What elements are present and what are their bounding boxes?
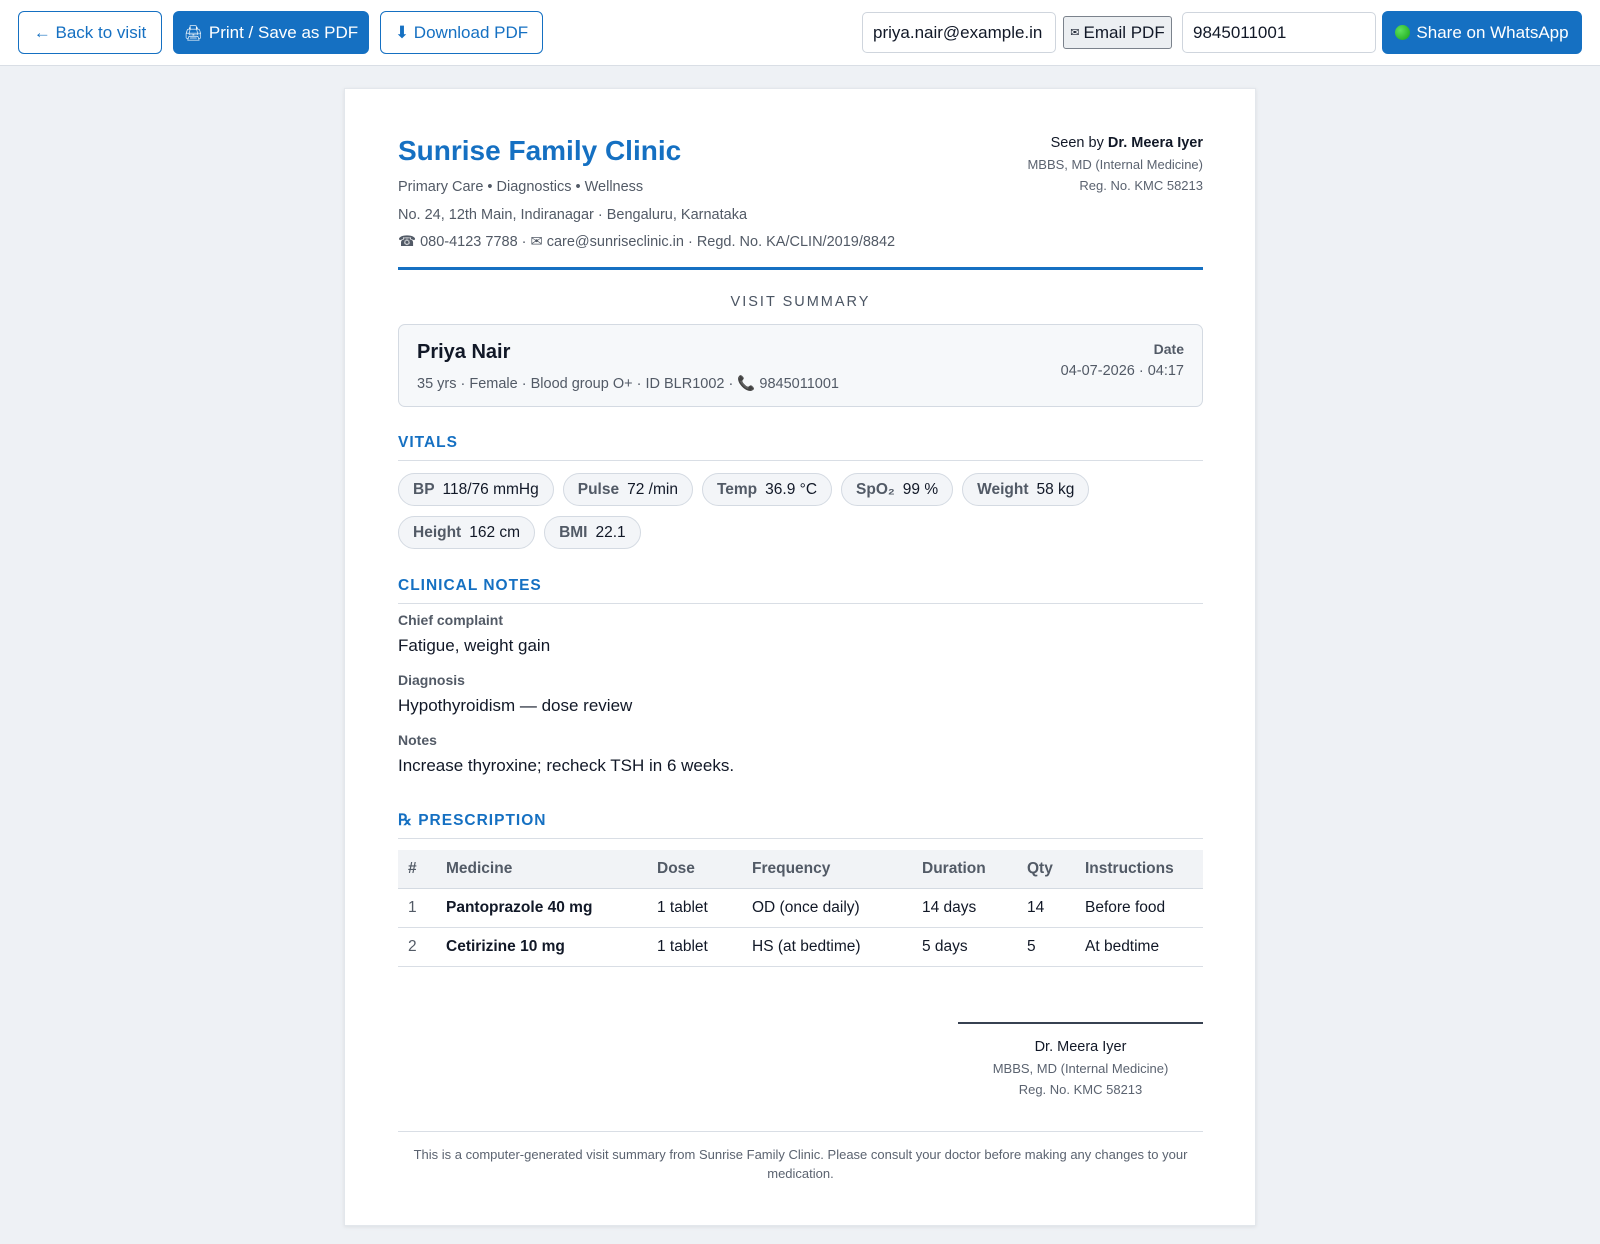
vital-value: 162 cm (469, 523, 521, 541)
visit-date-label: Date (1153, 341, 1184, 357)
vital-chip: Pulse 72 /min (562, 473, 693, 506)
prescription-table: # Medicine Dose Frequency Duration Qty I… (398, 850, 1203, 967)
vital-value: 118/76 mmHg (442, 480, 539, 498)
patient-name: Priya Nair (417, 341, 511, 363)
signature-qualification: MBBS, MD (Internal Medicine) (992, 1061, 1169, 1076)
dose-cell: 1 tablet (647, 927, 742, 967)
visit-summary-title: VISIT SUMMARY (730, 294, 871, 310)
diagnosis-label: Diagnosis (398, 672, 465, 688)
vital-chip: SpO₂ 99 % (841, 473, 954, 506)
clinic-address: No. 24, 12th Main, Indiranagar · Bengalu… (398, 207, 748, 223)
table-row: 2 Cetirizine 10 mg 1 tablet HS (at bedti… (398, 927, 1203, 967)
vitals-list: BP 118/76 mmHg Pulse 72 /min Temp 36.9 °C SpO₂… (398, 473, 1203, 549)
action-toolbar: ← Back to visit 🖨 Print / Save as PDF ⬇ D… (0, 0, 1600, 66)
clinic-tagline: Primary Care • Diagnostics • Wellness (398, 179, 644, 195)
clinic-contact: ☎ 080-4123 7788 · ✉ care@sunriseclinic.i… (398, 234, 896, 250)
clinical-notes-heading: CLINICAL NOTES (398, 577, 1203, 604)
vital-label: BMI (559, 523, 588, 541)
vital-chip: Weight 58 kg (962, 473, 1090, 506)
seen-by-prefix: Seen by (1050, 135, 1104, 151)
vital-chip: BP 118/76 mmHg (398, 473, 554, 506)
envelope-icon: ✉ (1070, 27, 1080, 39)
instructions-cell: Before food (1075, 888, 1203, 928)
frequency-cell: HS (at bedtime) (742, 927, 912, 967)
vital-label: Weight (977, 480, 1029, 498)
back-to-visit-button[interactable]: ← Back to visit (18, 11, 162, 54)
footer-disclaimer: This is a computer-generated visit summa… (413, 1147, 1188, 1181)
print-label: Print / Save as PDF (208, 22, 359, 42)
vital-label: BP (413, 480, 435, 498)
seen-by-line: Seen by Dr. Meera Iyer (1027, 135, 1203, 151)
back-label: ← Back to visit (33, 22, 147, 42)
col-header-duration: Duration (912, 850, 1017, 889)
patient-meta: 35 yrs · Female · Blood group O+ · ID BL… (417, 376, 839, 392)
col-header-instructions: Instructions (1075, 850, 1203, 889)
diagnosis-text: Hypothyroidism — dose review (398, 696, 633, 715)
row-number: 1 (398, 888, 436, 928)
table-row: 1 Pantoprazole 40 mg 1 tablet OD (once d… (398, 888, 1203, 928)
vital-chip: BMI 22.1 (544, 516, 641, 549)
patient-card: Priya Nair 35 yrs · Female · Blood group… (398, 324, 1203, 407)
vitals-heading: VITALS (398, 434, 1203, 461)
download-pdf-button[interactable]: ⬇ Download PDF (380, 11, 543, 54)
duration-cell: 5 days (912, 927, 1017, 967)
vital-value: 22.1 (595, 523, 626, 541)
whatsapp-dot-icon (1395, 25, 1411, 40)
vital-label: Temp (716, 480, 758, 498)
medicine-name: Cetirizine 10 mg (436, 927, 647, 967)
qty-cell: 14 (1017, 888, 1075, 928)
vital-chip: Temp 36.9 °C (701, 473, 833, 506)
vital-label: Pulse (577, 480, 620, 498)
clinic-name: Sunrise Family Clinic (398, 135, 682, 166)
email-pdf-button[interactable]: ✉ Email PDF (1063, 16, 1172, 49)
col-header-number: # (398, 850, 436, 889)
notes-text: Increase thyroxine; recheck TSH in 6 wee… (398, 756, 735, 775)
phone-input[interactable] (1182, 12, 1376, 53)
medicine-name: Pantoprazole 40 mg (436, 888, 647, 928)
prescription-header-row: # Medicine Dose Frequency Duration Qty I… (398, 850, 1203, 889)
instructions-cell: At bedtime (1075, 927, 1203, 967)
email-pdf-label: Email PDF (1083, 22, 1165, 42)
doctor-header: Seen by Dr. Meera Iyer MBBS, MD (Interna… (1027, 135, 1203, 193)
chief-complaint-label: Chief complaint (398, 612, 504, 628)
col-header-frequency: Frequency (742, 850, 912, 889)
chief-complaint-text: Fatigue, weight gain (398, 636, 551, 655)
frequency-cell: OD (once daily) (742, 888, 912, 928)
row-number: 2 (398, 927, 436, 967)
signature-doctor-name: Dr. Meera Iyer (1034, 1039, 1127, 1055)
print-save-pdf-button[interactable]: 🖨 Print / Save as PDF (173, 11, 369, 54)
vital-value: 36.9 °C (765, 480, 818, 498)
footer-divider (398, 1131, 1203, 1132)
vital-label: Height (413, 523, 462, 541)
notes-label: Notes (398, 732, 437, 748)
vital-value: 58 kg (1036, 480, 1075, 498)
vital-label: SpO₂ (856, 480, 895, 498)
vital-chip: Height 162 cm (398, 516, 536, 549)
whatsapp-label: Share on WhatsApp (1416, 22, 1569, 42)
share-whatsapp-button[interactable]: Share on WhatsApp (1382, 11, 1582, 54)
doctor-qualification: MBBS, MD (Internal Medicine) (1027, 157, 1203, 172)
download-label: ⬇ Download PDF (394, 22, 529, 42)
col-header-qty: Qty (1017, 850, 1075, 889)
dose-cell: 1 tablet (647, 888, 742, 928)
doctor-name: Dr. Meera Iyer (1107, 135, 1203, 151)
printer-icon: 🖨 (183, 24, 203, 42)
signature-registration: Reg. No. KMC 58213 (1018, 1082, 1143, 1097)
qty-cell: 5 (1017, 927, 1075, 967)
visit-summary-document: Sunrise Family Clinic Primary Care • Dia… (344, 88, 1256, 1226)
prescription-heading: ℞ PRESCRIPTION (398, 811, 1203, 839)
visit-date-value: 04-07-2026 · 04:17 (1060, 363, 1184, 379)
header-divider (398, 267, 1203, 270)
doctor-registration: Reg. No. KMC 58213 (1079, 178, 1203, 193)
vital-value: 72 /min (627, 480, 678, 498)
col-header-dose: Dose (647, 850, 742, 889)
vital-value: 99 % (902, 480, 939, 498)
email-input[interactable] (862, 12, 1056, 53)
signature-line (958, 1022, 1203, 1024)
duration-cell: 14 days (912, 888, 1017, 928)
col-header-medicine: Medicine (436, 850, 647, 889)
